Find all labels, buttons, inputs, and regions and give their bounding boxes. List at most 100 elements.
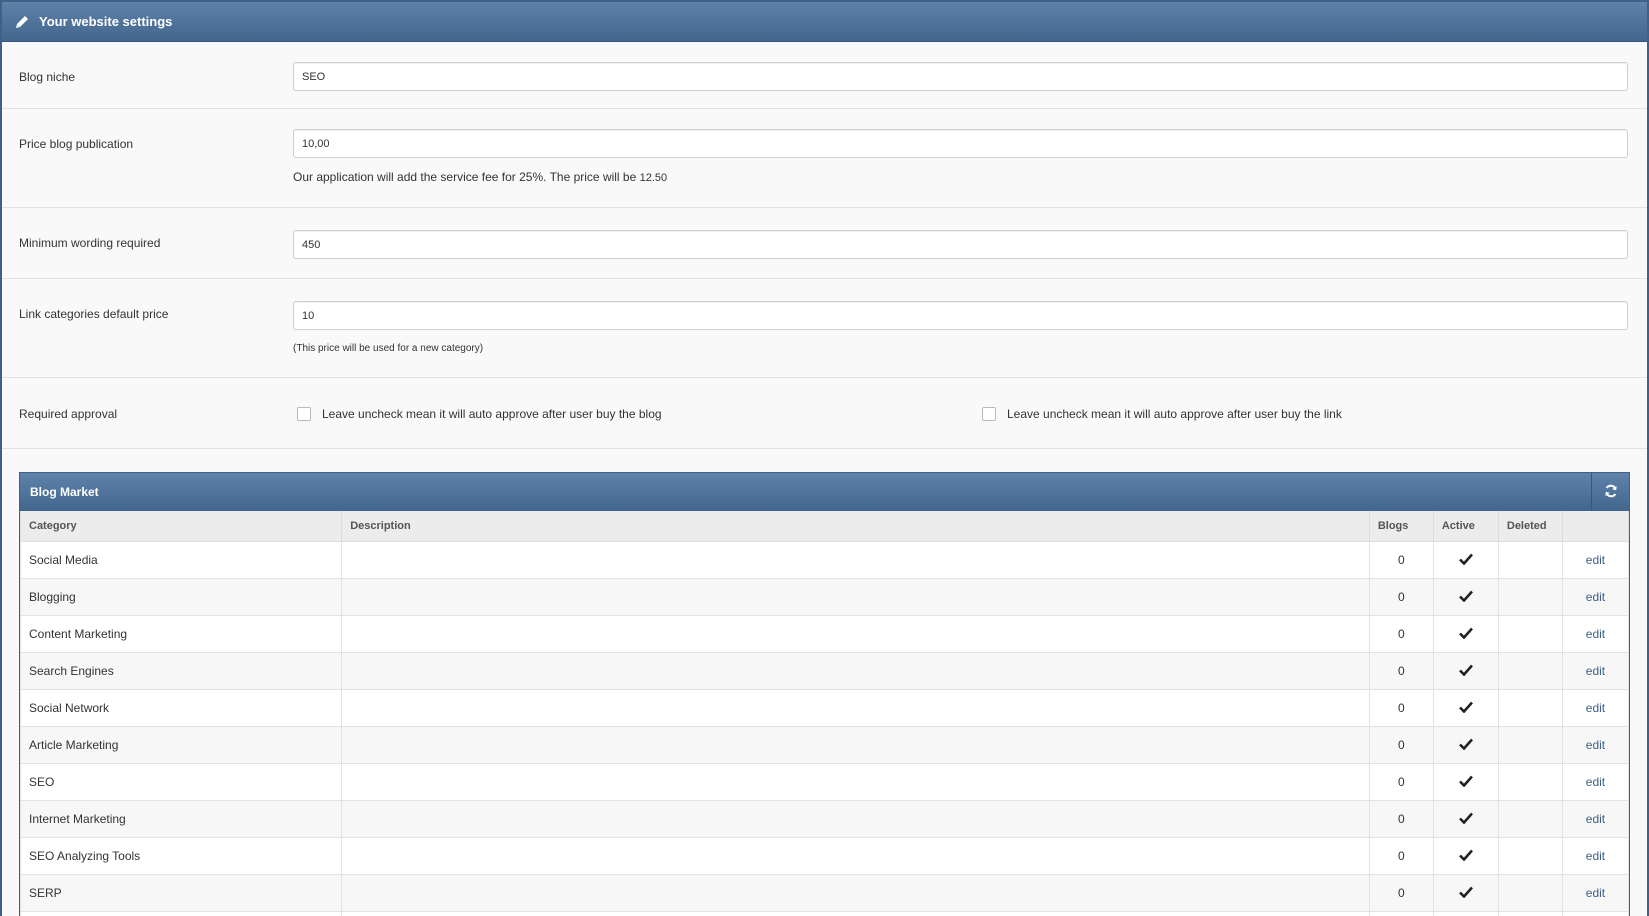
active-cell — [1432, 652, 1499, 690]
description-cell — [341, 911, 1370, 916]
category-cell: SEO Analyzing Tools — [19, 837, 343, 875]
price-computed: 12.50 — [639, 172, 668, 184]
approval-label: Required approval — [19, 407, 118, 421]
edit-link[interactable]: edit — [1586, 553, 1605, 567]
table-row: SEO 0 edit — [19, 763, 1630, 801]
category-cell: Article Marketing — [19, 726, 343, 764]
category-cell: Blogging — [19, 578, 343, 616]
description-cell — [341, 652, 1370, 690]
blogs-count-cell: 0 — [1368, 578, 1434, 616]
active-cell — [1432, 800, 1499, 838]
description-cell — [341, 541, 1370, 579]
active-cell — [1432, 541, 1499, 579]
category-cell: SEO — [19, 763, 343, 801]
edit-link[interactable]: edit — [1586, 849, 1605, 863]
blogs-count-cell: 0 — [1368, 541, 1434, 579]
edit-link[interactable]: edit — [1586, 590, 1605, 604]
table-row: SERP 0 edit — [19, 874, 1630, 912]
checkmark-icon — [1458, 553, 1473, 568]
blog-market-panel: Blog Market Category Description Blogs A… — [19, 472, 1630, 916]
price-help: Our application will add the service fee… — [293, 170, 667, 184]
deleted-cell — [1497, 726, 1563, 764]
actions-cell: edit — [1561, 763, 1630, 801]
approve-link-checkbox[interactable] — [982, 407, 996, 421]
checkmark-icon — [1458, 590, 1473, 605]
pencil-icon — [14, 14, 30, 30]
column-active[interactable]: Active — [1432, 511, 1499, 542]
approve-link-label: Leave uncheck mean it will auto approve … — [1007, 407, 1342, 421]
blog-niche-label: Blog niche — [19, 70, 76, 84]
table-row: Search Engines 0 edit — [19, 652, 1630, 690]
edit-link[interactable]: edit — [1586, 738, 1605, 752]
column-category[interactable]: Category — [19, 511, 343, 542]
price-row: Price blog publication Our application w… — [2, 109, 1647, 208]
blog-market-header: Blog Market — [20, 473, 1629, 511]
refresh-icon — [1604, 484, 1618, 501]
blogs-count-cell: 0 — [1368, 689, 1434, 727]
refresh-button[interactable] — [1591, 473, 1629, 511]
column-blogs[interactable]: Blogs — [1368, 511, 1434, 542]
blogs-count-cell: 0 — [1368, 652, 1434, 690]
link-price-label: Link categories default price — [19, 307, 169, 321]
category-cell: Content Marketing — [19, 615, 343, 653]
category-cell — [19, 911, 343, 916]
table-row — [19, 911, 1630, 916]
deleted-cell — [1497, 615, 1563, 653]
actions-cell — [1561, 911, 1630, 916]
blogs-count-cell: 0 — [1368, 726, 1434, 764]
table-row: Social Network 0 edit — [19, 689, 1630, 727]
checkmark-icon — [1458, 775, 1473, 790]
actions-cell: edit — [1561, 874, 1630, 912]
actions-cell: edit — [1561, 652, 1630, 690]
price-label: Price blog publication — [19, 137, 134, 151]
settings-title: Your website settings — [39, 14, 173, 29]
price-input[interactable] — [293, 129, 1628, 158]
category-cell: Social Network — [19, 689, 343, 727]
edit-link[interactable]: edit — [1586, 886, 1605, 900]
actions-cell: edit — [1561, 689, 1630, 727]
edit-link[interactable]: edit — [1586, 701, 1605, 715]
table-header-row: Category Description Blogs Active Delete… — [19, 511, 1630, 542]
min-words-input[interactable] — [293, 230, 1628, 259]
deleted-cell — [1497, 763, 1563, 801]
column-description[interactable]: Description — [341, 511, 1370, 542]
deleted-cell — [1497, 541, 1563, 579]
approve-blog-checkbox[interactable] — [297, 407, 311, 421]
active-cell — [1432, 837, 1499, 875]
actions-cell: edit — [1561, 837, 1630, 875]
description-cell — [341, 800, 1370, 838]
checkmark-icon — [1458, 849, 1473, 864]
description-cell — [341, 726, 1370, 764]
column-deleted[interactable]: Deleted — [1497, 511, 1563, 542]
category-cell: SERP — [19, 874, 343, 912]
deleted-cell — [1497, 689, 1563, 727]
checkmark-icon — [1458, 886, 1473, 901]
column-actions — [1561, 511, 1630, 542]
min-words-label: Minimum wording required — [19, 236, 161, 250]
active-cell — [1432, 911, 1499, 916]
description-cell — [341, 578, 1370, 616]
actions-cell: edit — [1561, 726, 1630, 764]
edit-link[interactable]: edit — [1586, 812, 1605, 826]
category-cell: Social Media — [19, 541, 343, 579]
blog-niche-row: Blog niche — [2, 42, 1647, 109]
edit-link[interactable]: edit — [1586, 775, 1605, 789]
table-row: SEO Analyzing Tools 0 edit — [19, 837, 1630, 875]
settings-header: Your website settings — [2, 2, 1647, 42]
checkmark-icon — [1458, 664, 1473, 679]
actions-cell: edit — [1561, 541, 1630, 579]
edit-link[interactable]: edit — [1586, 627, 1605, 641]
blogs-count-cell: 0 — [1368, 874, 1434, 912]
blogs-count-cell — [1368, 911, 1434, 916]
approval-row: Required approval Leave uncheck mean it … — [2, 378, 1647, 449]
deleted-cell — [1497, 800, 1563, 838]
website-settings-panel: Your website settings Blog niche Price b… — [0, 0, 1649, 916]
blog-niche-input[interactable] — [293, 62, 1628, 91]
deleted-cell — [1497, 837, 1563, 875]
edit-link[interactable]: edit — [1586, 664, 1605, 678]
checkmark-icon — [1458, 701, 1473, 716]
blog-market-table: Category Description Blogs Active Delete… — [19, 511, 1630, 916]
table-row: Article Marketing 0 edit — [19, 726, 1630, 764]
actions-cell: edit — [1561, 615, 1630, 653]
link-price-input[interactable] — [293, 301, 1628, 330]
